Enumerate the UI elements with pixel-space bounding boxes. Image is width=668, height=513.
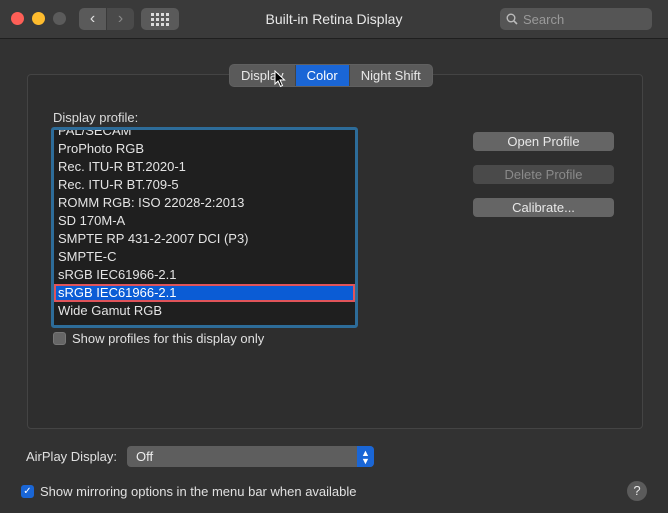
airplay-display-select[interactable]: Off ▲ ▼ [127, 446, 374, 467]
mouse-cursor-icon [274, 70, 286, 88]
display-profile-list[interactable]: PAL/SECAM ProPhoto RGB Rec. ITU-R BT.202… [51, 127, 358, 328]
list-item[interactable]: SD 170M-A [54, 212, 355, 230]
search-placeholder: Search [523, 11, 565, 27]
mirroring-option[interactable]: ✓ Show mirroring options in the menu bar… [21, 484, 357, 499]
open-profile-button[interactable]: Open Profile [473, 132, 614, 151]
list-item[interactable]: Rec. ITU-R BT.2020-1 [54, 158, 355, 176]
preferences-window: ‹ › Built-in Retina Display Search Displ… [0, 0, 668, 513]
list-item-selected[interactable]: sRGB IEC61966-2.1 [54, 284, 355, 302]
chevron-updown-icon: ▲ ▼ [357, 446, 374, 467]
list-item[interactable]: SMPTE RP 431-2-2007 DCI (P3) [54, 230, 355, 248]
display-profile-label: Display profile: [53, 110, 139, 125]
airplay-display-label: AirPlay Display: [26, 449, 118, 464]
tab-bar: Display Color Night Shift [229, 64, 433, 87]
list-item[interactable]: PAL/SECAM [54, 130, 355, 140]
show-profiles-option[interactable]: Show profiles for this display only [53, 331, 264, 346]
mirroring-checkbox[interactable]: ✓ [21, 485, 34, 498]
title-bar: ‹ › Built-in Retina Display Search [0, 0, 668, 39]
list-item[interactable]: sRGB IEC61966-2.1 [54, 266, 355, 284]
calibrate-button[interactable]: Calibrate... [473, 198, 614, 217]
list-item[interactable]: Rec. ITU-R BT.709-5 [54, 176, 355, 194]
show-profiles-checkbox[interactable] [53, 332, 66, 345]
mirroring-label: Show mirroring options in the menu bar w… [40, 484, 357, 499]
list-item[interactable]: SMPTE-C [54, 248, 355, 266]
airplay-display-value: Off [136, 449, 154, 464]
tab-night-shift[interactable]: Night Shift [350, 65, 432, 86]
list-item[interactable]: ProPhoto RGB [54, 140, 355, 158]
show-profiles-label: Show profiles for this display only [72, 331, 265, 346]
delete-profile-button[interactable]: Delete Profile [473, 165, 614, 184]
list-item[interactable]: Wide Gamut RGB [54, 302, 355, 320]
help-button[interactable]: ? [627, 481, 647, 501]
list-item[interactable]: ROMM RGB: ISO 22028-2:2013 [54, 194, 355, 212]
search-icon [506, 13, 518, 25]
tab-color[interactable]: Color [295, 65, 350, 86]
search-field[interactable]: Search [500, 8, 652, 30]
